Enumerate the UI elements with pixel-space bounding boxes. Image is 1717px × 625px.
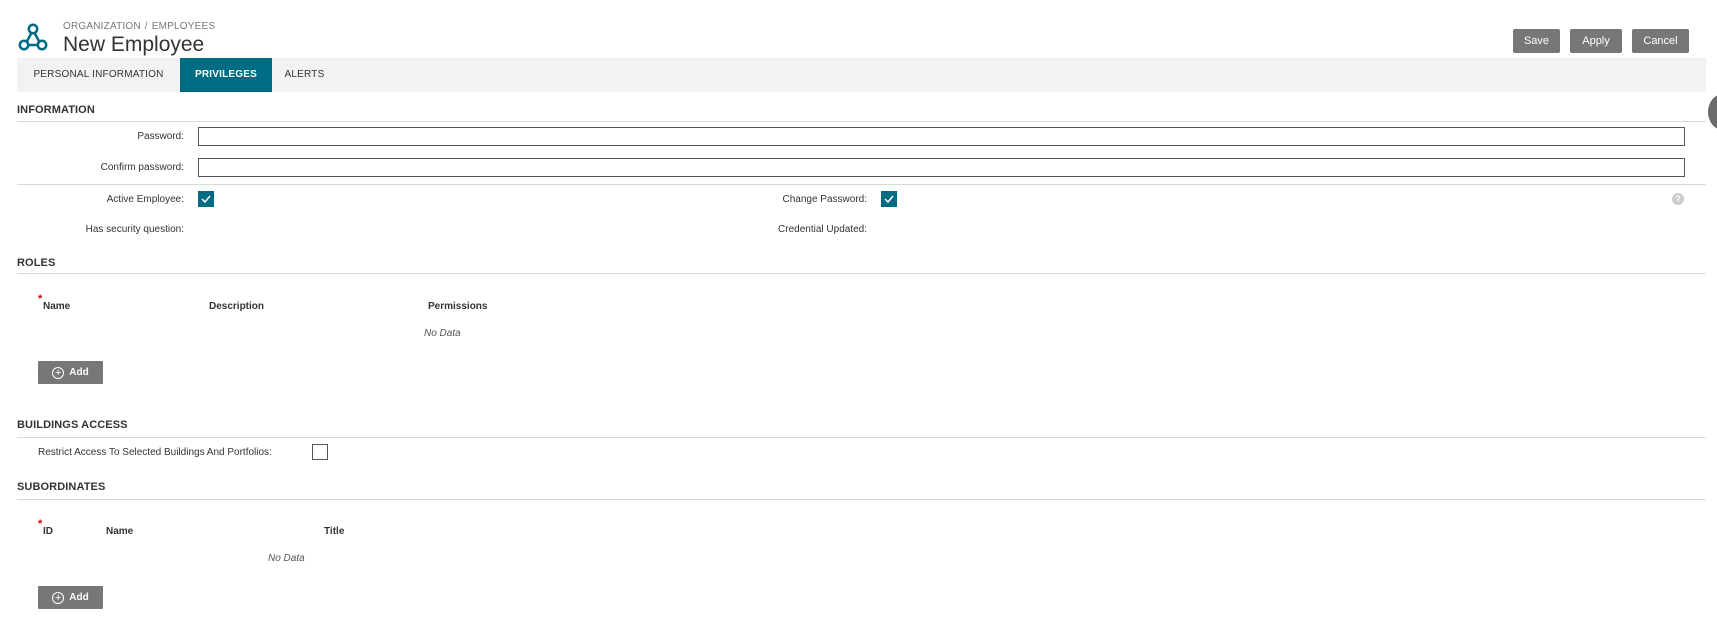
password-label: Password: — [137, 131, 184, 142]
buildings-divider — [17, 437, 1706, 438]
add-role-label: Add — [69, 367, 89, 378]
roles-section-title: ROLES — [17, 257, 56, 269]
information-section-title: INFORMATION — [17, 104, 95, 116]
active-employee-label: Active Employee: — [106, 194, 184, 205]
subordinates-divider — [17, 499, 1706, 500]
save-button[interactable]: Save — [1513, 29, 1560, 53]
restrict-access-label: Restrict Access To Selected Buildings An… — [38, 447, 272, 458]
checkmark-icon — [884, 195, 894, 204]
required-marker: * — [38, 518, 43, 530]
subordinates-column-id[interactable]: ID — [43, 526, 53, 537]
breadcrumb-separator: / — [144, 21, 148, 32]
credential-updated-label: Credential Updated: — [778, 224, 867, 235]
subordinates-column-title[interactable]: Title — [324, 526, 344, 537]
subordinates-column-name[interactable]: Name — [106, 526, 133, 537]
roles-column-description[interactable]: Description — [209, 301, 264, 312]
subordinates-no-data: No Data — [268, 553, 305, 564]
tab-bar: PERSONAL INFORMATION PRIVILEGES ALERTS — [17, 58, 1706, 92]
plus-circle-icon: + — [52, 591, 65, 604]
plus-circle-icon: + — [52, 366, 65, 379]
information-divider — [17, 121, 1706, 122]
app-logo-icon — [18, 22, 48, 52]
confirm-password-input[interactable] — [198, 158, 1685, 177]
confirm-password-label: Confirm password: — [100, 162, 184, 173]
information-inner-divider — [17, 184, 1706, 185]
buildings-section-title: BUILDINGS ACCESS — [17, 419, 128, 431]
question-mark-icon[interactable]: ? — [1672, 193, 1684, 205]
subordinates-section-title: SUBORDINATES — [17, 481, 106, 493]
has-security-question-label: Has security question: — [85, 224, 184, 235]
breadcrumb: ORGANIZATION / EMPLOYEES — [63, 21, 215, 32]
roles-no-data: No Data — [424, 328, 461, 339]
password-input[interactable] — [198, 127, 1685, 146]
change-password-checkbox[interactable] — [881, 191, 897, 207]
roles-divider — [17, 273, 1706, 274]
tab-alerts[interactable]: ALERTS — [272, 58, 337, 92]
active-employee-checkbox[interactable] — [198, 191, 214, 207]
breadcrumb-employees[interactable]: EMPLOYEES — [152, 21, 216, 32]
add-subordinate-label: Add — [69, 592, 89, 603]
add-role-button[interactable]: + Add — [38, 361, 103, 384]
add-subordinate-button[interactable]: + Add — [38, 586, 103, 609]
roles-column-name[interactable]: Name — [43, 301, 70, 312]
apply-button[interactable]: Apply — [1570, 29, 1622, 53]
required-marker: * — [38, 293, 43, 305]
roles-column-permissions[interactable]: Permissions — [428, 301, 487, 312]
breadcrumb-organization[interactable]: ORGANIZATION — [63, 21, 141, 32]
checkmark-icon — [201, 195, 211, 204]
cancel-button[interactable]: Cancel — [1632, 29, 1689, 53]
tab-privileges[interactable]: PRIVILEGES — [180, 58, 272, 92]
page-title: New Employee — [63, 33, 205, 56]
side-panel-handle[interactable] — [1708, 94, 1717, 130]
restrict-access-checkbox[interactable] — [312, 444, 328, 460]
change-password-label: Change Password: — [782, 194, 868, 205]
tab-personal-information[interactable]: PERSONAL INFORMATION — [17, 58, 180, 92]
